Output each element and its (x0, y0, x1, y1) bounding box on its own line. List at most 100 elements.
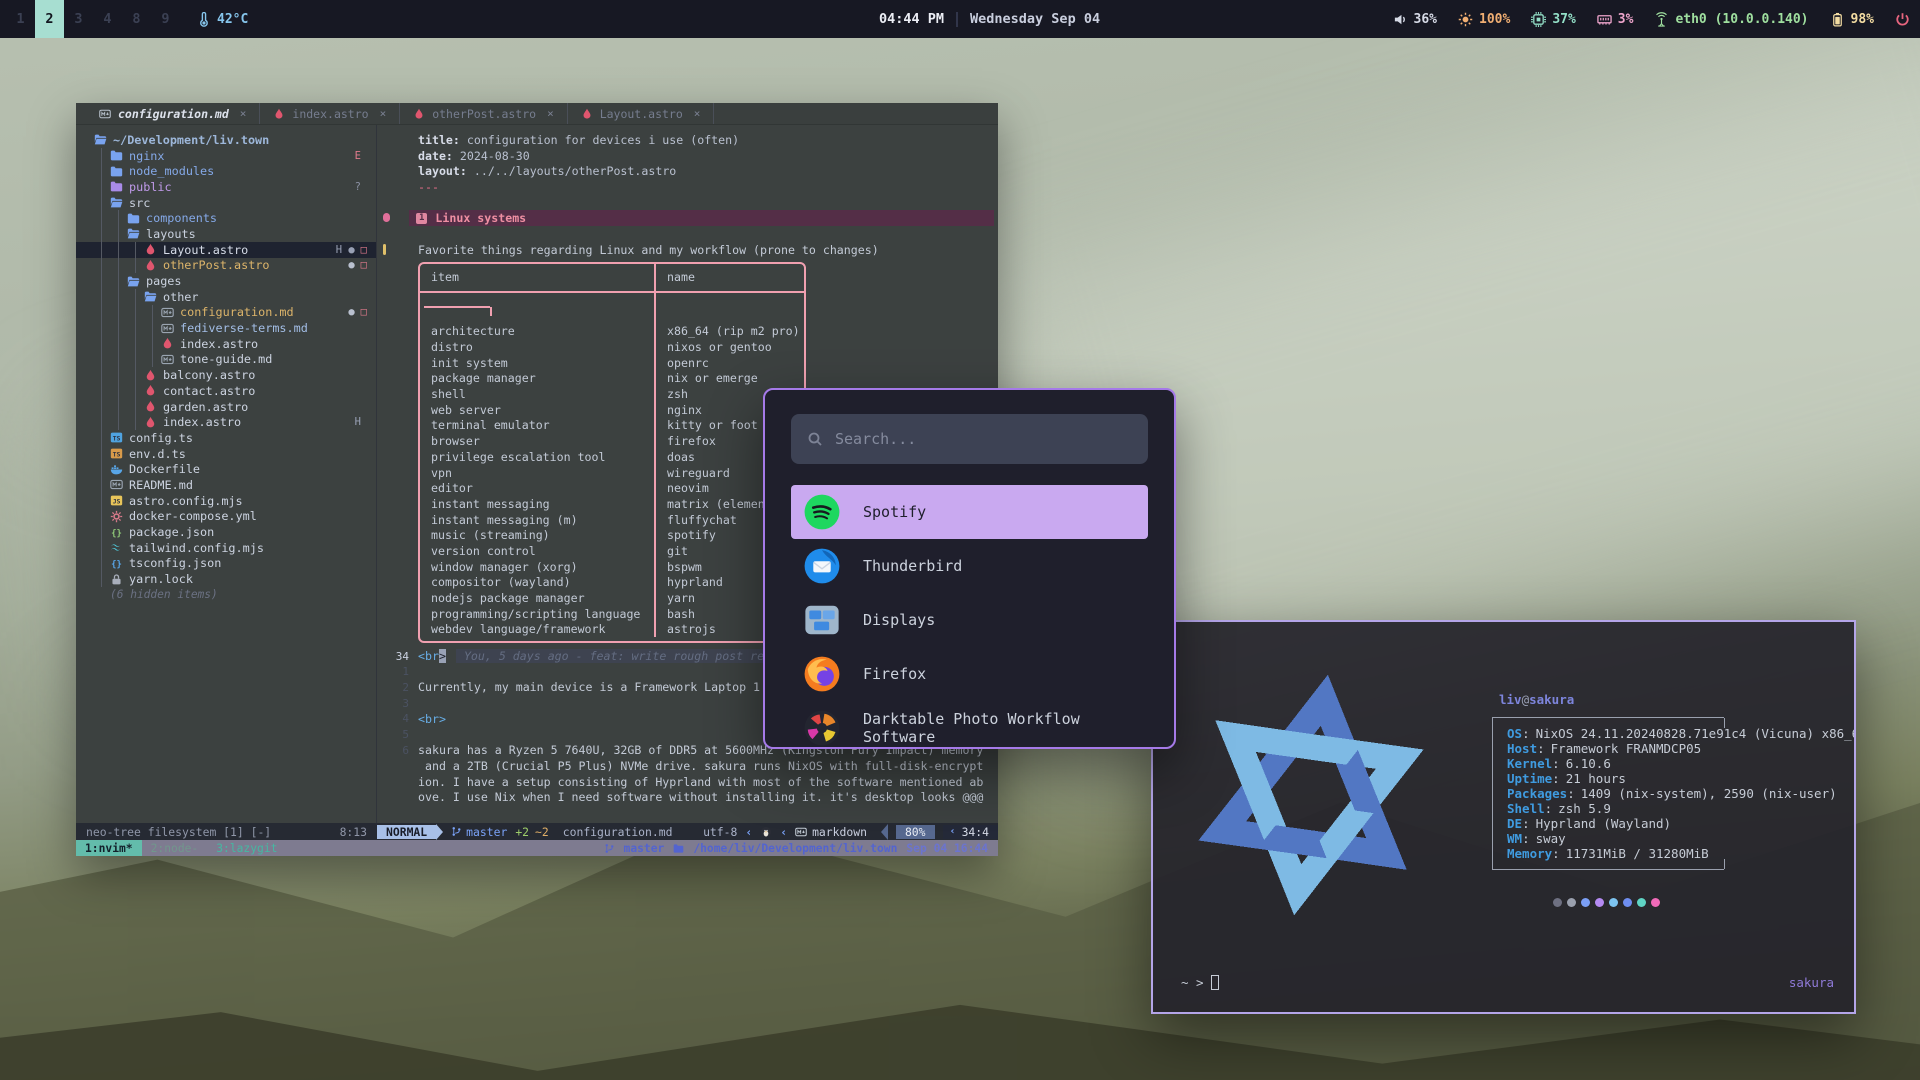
file-tree-item[interactable]: configuration.md ●□ (76, 305, 376, 321)
launcher-app-item[interactable]: Thunderbird (791, 539, 1148, 593)
workspace-button[interactable]: 1 (6, 0, 35, 38)
tmux-window-tab[interactable]: 3:lazygit (207, 840, 286, 856)
table-row: vpn wireguard (420, 465, 804, 481)
file-tree-item[interactable]: other (76, 289, 376, 305)
file-tree-item[interactable]: node_modules (76, 163, 376, 179)
fetch-info-line: Uptime21 hours (1507, 771, 1856, 786)
indent-guides (94, 336, 161, 352)
network-widget[interactable]: eth0 (10.0.0.140) (1654, 12, 1808, 27)
file-tree-item[interactable]: pages (76, 273, 376, 289)
workspace-button[interactable]: 3 (64, 0, 93, 38)
indent-guides (94, 179, 110, 195)
code-line: title: configuration for devices i use (… (383, 132, 998, 148)
shell-prompt[interactable]: ~ > (1181, 975, 1219, 990)
file-tree-item[interactable]: index.astro (76, 336, 376, 352)
search-input[interactable]: Search... (791, 414, 1148, 464)
file-tree-item[interactable]: garden.astro (76, 399, 376, 415)
filetype-icon (581, 108, 593, 120)
file-name: layouts (146, 227, 196, 241)
close-icon[interactable]: × (547, 107, 554, 120)
file-tree-item[interactable]: Dockerfile (76, 461, 376, 477)
power-button[interactable] (1895, 12, 1910, 27)
launcher-app-item[interactable]: Spotify (791, 485, 1148, 539)
git-status-badge: ● (348, 259, 354, 271)
file-tree-item[interactable]: env.d.ts (76, 446, 376, 462)
close-icon[interactable]: × (380, 107, 387, 120)
file-icon (110, 149, 123, 162)
file-tree-item[interactable]: layouts (76, 226, 376, 242)
memory-widget: 3% (1597, 12, 1634, 27)
cpu-value: 37% (1552, 12, 1575, 27)
table-row: editor neovim (420, 480, 804, 496)
git-modified-count: ~2 (535, 825, 549, 839)
indent-guides (94, 430, 110, 446)
file-tree-item[interactable]: contact.astro (76, 383, 376, 399)
file-tree-item[interactable]: config.ts (76, 430, 376, 446)
file-name: balcony.astro (163, 368, 255, 382)
file-tree-item[interactable]: docker-compose.yml (76, 509, 376, 525)
file-tree-item[interactable]: index.astro H (76, 414, 376, 430)
file-tree-item[interactable]: Layout.astro H ●□ (76, 242, 376, 258)
git-status-badge: H (355, 416, 361, 428)
thermometer-icon (196, 12, 211, 27)
file-tree-item[interactable]: README.md (76, 477, 376, 493)
file-tree-item[interactable]: src (76, 195, 376, 211)
table-row: programming/scripting language bash (420, 606, 804, 622)
file-name: Dockerfile (129, 462, 200, 476)
indent-guides (94, 352, 161, 368)
file-tree-item[interactable]: package.json (76, 524, 376, 540)
editor-tab[interactable]: configuration.md × (86, 103, 260, 124)
markdown-heading: 1 Linux systems (409, 210, 994, 226)
table-cell-item: web server (420, 403, 654, 417)
table-row: web server nginx (420, 402, 804, 418)
scroll-progress: 80% (896, 825, 935, 839)
file-tree-item[interactable]: fediverse-terms.md (76, 320, 376, 336)
editor-tab[interactable]: otherPost.astro × (400, 103, 567, 124)
color-dot (1637, 898, 1646, 907)
tmux-window-tab[interactable]: 2:node- (142, 840, 208, 856)
tmux-window-tab[interactable]: 1:nvim* (76, 840, 142, 856)
indent-guides (94, 195, 110, 211)
workspace-button[interactable]: 9 (151, 0, 180, 38)
table-cell-item: webdev language/framework (420, 622, 654, 636)
launcher-app-item[interactable]: Displays (791, 593, 1148, 647)
editor-tab[interactable]: index.astro × (260, 103, 400, 124)
close-icon[interactable]: × (694, 107, 701, 120)
file-tree-item[interactable]: otherPost.astro ●□ (76, 258, 376, 274)
table-row: shell zsh (420, 386, 804, 402)
file-tree-item[interactable]: yarn.lock (76, 571, 376, 587)
file-tree-item[interactable]: public ? (76, 179, 376, 195)
app-icon (803, 547, 841, 585)
file-name: node_modules (129, 164, 214, 178)
workspace-button[interactable]: 2 (35, 0, 64, 38)
file-tree-root[interactable]: ~/Development/liv.town (76, 132, 376, 148)
file-icon (144, 400, 157, 413)
workspace-button[interactable]: 8 (122, 0, 151, 38)
file-tree-item[interactable]: tone-guide.md (76, 352, 376, 368)
editor-tab[interactable]: Layout.astro × (568, 103, 715, 124)
file-icon (110, 573, 123, 586)
launcher-app-item[interactable]: Firefox (791, 647, 1148, 701)
close-icon[interactable]: × (240, 107, 247, 120)
file-tree-item[interactable]: nginx E (76, 148, 376, 164)
brightness-widget[interactable]: 100% (1458, 12, 1510, 27)
file-tree-item[interactable]: balcony.astro (76, 367, 376, 383)
file-name: index.astro (163, 415, 241, 429)
file-tree-item[interactable]: tailwind.config.mjs (76, 540, 376, 556)
git-status-badge: □ (361, 306, 367, 318)
table-row: init system openrc (420, 355, 804, 371)
file-name: garden.astro (163, 400, 248, 414)
git-change-sign (383, 244, 386, 255)
file-tree-item[interactable]: components (76, 210, 376, 226)
table-row: compositor (wayland) hyprland (420, 575, 804, 591)
tmux-windows: 1:nvim*2:node-3:lazygit (76, 840, 286, 856)
file-icon (127, 275, 140, 288)
workspace-button[interactable]: 4 (93, 0, 122, 38)
file-tree-item[interactable]: tsconfig.json (76, 556, 376, 572)
hidden-items-note: (6 hidden items) (76, 587, 376, 603)
launcher-app-item[interactable]: Darktable Photo Workflow Software (791, 701, 1148, 749)
tmux-branch: master (624, 842, 665, 855)
table-row: instant messaging (m) fluffychat (420, 512, 804, 528)
volume-widget[interactable]: 36% (1393, 12, 1437, 27)
file-tree-item[interactable]: astro.config.mjs (76, 493, 376, 509)
